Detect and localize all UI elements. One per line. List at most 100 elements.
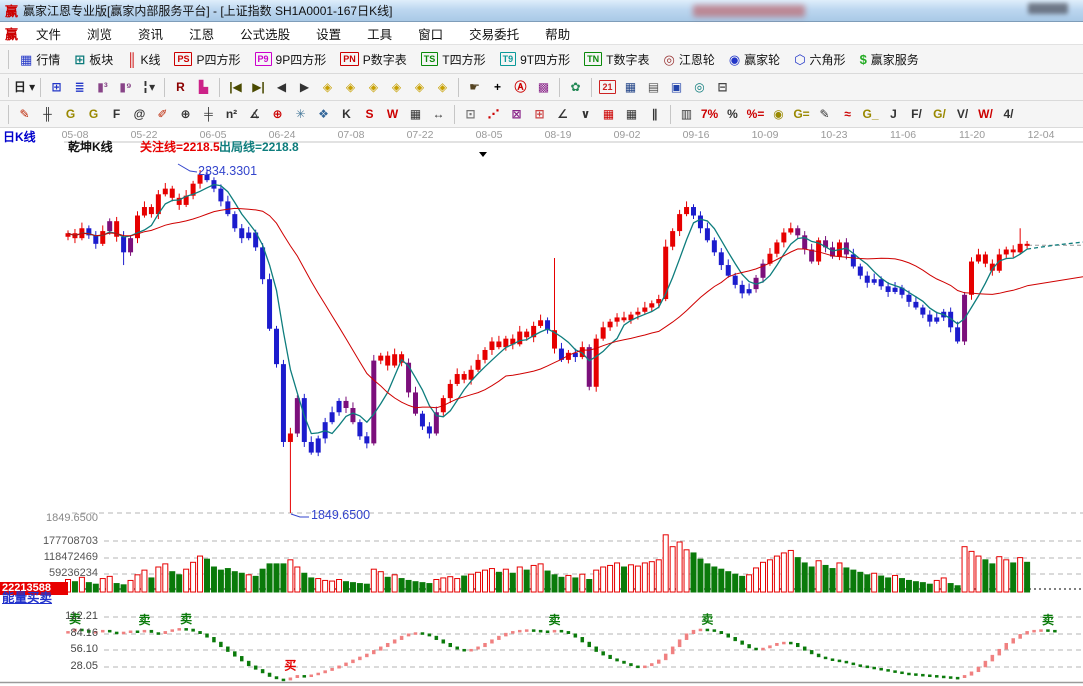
fan-square-icon[interactable]: ⊠ <box>505 103 528 125</box>
toolbar-market-quotes[interactable]: ▦行情 <box>13 49 67 70</box>
next-page-icon[interactable]: ▶ <box>293 76 316 98</box>
j-trend-icon[interactable]: J <box>882 103 905 125</box>
speed-line-icon[interactable]: V/ <box>951 103 974 125</box>
wave-tool-icon[interactable]: ≈ <box>836 103 859 125</box>
diamond-nav-out-icon[interactable]: ◈ <box>385 76 408 98</box>
t-square-label: T四方形 <box>442 51 485 68</box>
red-fan-icon[interactable]: ⋰ <box>482 103 505 125</box>
period-day-dropdown[interactable]: 日 ▾ <box>13 76 36 98</box>
menu-file[interactable]: 文件 <box>23 21 74 46</box>
toolbar-kline[interactable]: ║K线 <box>120 49 167 70</box>
diamond-nav-left-icon[interactable]: ◈ <box>316 76 339 98</box>
pen-tool-icon[interactable]: ✎ <box>13 103 36 125</box>
ying-tool-icon[interactable]: W <box>381 103 404 125</box>
notebook-icon[interactable]: ▤ <box>642 76 665 98</box>
menu-browse[interactable]: 浏览 <box>74 21 125 46</box>
prev-page-icon[interactable]: ◀ <box>270 76 293 98</box>
pen-angle-icon[interactable]: ✐ <box>151 103 174 125</box>
width-arrows-icon[interactable]: ↔ <box>427 103 450 125</box>
angle-fan-icon[interactable]: ∡ <box>243 103 266 125</box>
ruler-123-icon[interactable]: ▦ <box>404 103 427 125</box>
diamond-nav-expand-icon[interactable]: ◈ <box>408 76 431 98</box>
fan-grid-icon[interactable]: ⊞ <box>528 103 551 125</box>
four-angle-icon[interactable]: 4/ <box>997 103 1020 125</box>
period-label[interactable]: 日K线 <box>3 131 36 144</box>
spiral-icon[interactable]: @ <box>128 103 151 125</box>
menu-formula-picker[interactable]: 公式选股 <box>227 21 303 46</box>
crosshair-tool-icon[interactable]: + <box>486 76 509 98</box>
scale-bars-icon[interactable]: ▥ <box>675 103 698 125</box>
toolbar-9t-square[interactable]: T99T四方形 <box>493 49 578 70</box>
bars-9-icon[interactable]: ▮⁹ <box>114 76 137 98</box>
last-page-icon[interactable]: ▶| <box>247 76 270 98</box>
toolbar-t-square[interactable]: TST四方形 <box>414 49 493 70</box>
price-chart[interactable]: 05-0805-2206-0506-2407-0807-2208-0508-19… <box>0 128 1083 686</box>
menu-news[interactable]: 资讯 <box>125 21 176 46</box>
angle-lines-icon[interactable]: ∠ <box>551 103 574 125</box>
toolbar-winner-service[interactable]: $赢家服务 <box>853 49 926 70</box>
menu-tools[interactable]: 工具 <box>354 21 405 46</box>
bars-3-icon[interactable]: ▮³ <box>91 76 114 98</box>
hand-tool-icon[interactable]: ☛ <box>463 76 486 98</box>
percent-icon[interactable]: % <box>721 103 744 125</box>
toolbar-p-square[interactable]: PSP四方形 <box>167 49 247 70</box>
gann-gold-a-icon[interactable]: G <box>59 103 82 125</box>
gold-lines-icon[interactable]: G= <box>790 103 813 125</box>
toolbar-t-number-table[interactable]: TNT数字表 <box>577 49 656 70</box>
gold-bar-icon[interactable]: G_ <box>859 103 882 125</box>
ying-angle-icon[interactable]: W/ <box>974 103 997 125</box>
diamond-nav-full-icon[interactable]: ◈ <box>431 76 454 98</box>
n-square-icon[interactable]: n² <box>220 103 243 125</box>
percent-7-icon[interactable]: 7% <box>698 103 721 125</box>
smart-analysis-icon[interactable]: ✿ <box>564 76 587 98</box>
toolbar-gann-wheel[interactable]: ◎江恩轮 <box>656 49 721 70</box>
gann-circle-icon[interactable]: ⊕ <box>174 103 197 125</box>
box-region-icon[interactable]: ⊡ <box>459 103 482 125</box>
indicator-name-label[interactable]: 能量买卖 <box>2 592 52 606</box>
toolbar-hexagon[interactable]: ⬡六角形 <box>787 49 852 70</box>
time-ruler-icon[interactable]: ╫ <box>36 103 59 125</box>
quote-list-icon[interactable]: ≣ <box>68 76 91 98</box>
parallel-lines-icon[interactable]: ∥ <box>643 103 666 125</box>
window-cascade-icon[interactable]: ⊞ <box>45 76 68 98</box>
chart-area[interactable]: 05-0805-2206-0506-2407-0807-2208-0508-19… <box>0 128 1083 686</box>
pen-line-icon[interactable]: ✎ <box>813 103 836 125</box>
f-trend-icon[interactable]: F/ <box>905 103 928 125</box>
hot-stock-icon[interactable]: R <box>169 76 192 98</box>
v-bottom-icon[interactable]: ∨ <box>574 103 597 125</box>
stats-grid-icon[interactable]: ▩ <box>532 76 555 98</box>
candle-style-dropdown[interactable]: ╏▾ <box>137 76 160 98</box>
calendar-icon[interactable]: 21 <box>596 76 619 98</box>
red-grid-icon[interactable]: ▦ <box>597 103 620 125</box>
menu-settings[interactable]: 设置 <box>303 21 354 46</box>
rank-chart-icon[interactable]: ▙ <box>192 76 215 98</box>
toolbar-sectors[interactable]: ⊞板块 <box>67 49 120 70</box>
target-icon[interactable]: ⊕ <box>266 103 289 125</box>
starburst-icon[interactable]: ✳ <box>289 103 312 125</box>
percent-lines-icon[interactable]: %= <box>744 103 767 125</box>
black-grid-icon[interactable]: ▦ <box>620 103 643 125</box>
menu-trade-entrust[interactable]: 交易委托 <box>456 21 532 46</box>
fibonacci-icon[interactable]: F <box>105 103 128 125</box>
save-icon[interactable]: ▣ <box>665 76 688 98</box>
diamond-nav-in-icon[interactable]: ◈ <box>362 76 385 98</box>
menu-gann[interactable]: 江恩 <box>176 21 227 46</box>
shen-tool-icon[interactable]: S <box>358 103 381 125</box>
spiderweb-icon[interactable]: ❖ <box>312 103 335 125</box>
gold-circle-icon[interactable]: ◉ <box>767 103 790 125</box>
first-page-icon[interactable]: |◀ <box>224 76 247 98</box>
menu-window[interactable]: 窗口 <box>405 21 456 46</box>
toolbar-9p-square[interactable]: P99P四方形 <box>248 49 334 70</box>
diamond-nav-right-icon[interactable]: ◈ <box>339 76 362 98</box>
gold-angle-icon[interactable]: G/ <box>928 103 951 125</box>
toolbar-winner-wheel[interactable]: ◉赢家轮 <box>722 49 787 70</box>
web-icon[interactable]: ◎ <box>688 76 711 98</box>
gann-gold-b-icon[interactable]: G <box>82 103 105 125</box>
zoom-area-icon[interactable]: Ⓐ <box>509 76 532 98</box>
price-ruler-icon[interactable]: ╪ <box>197 103 220 125</box>
toolbar-p-number-table[interactable]: PNP数字表 <box>333 49 414 70</box>
menu-help[interactable]: 帮助 <box>532 21 583 46</box>
calculator-icon[interactable]: ▦ <box>619 76 642 98</box>
k-mark-icon[interactable]: K <box>335 103 358 125</box>
print-icon[interactable]: ⊟ <box>711 76 734 98</box>
